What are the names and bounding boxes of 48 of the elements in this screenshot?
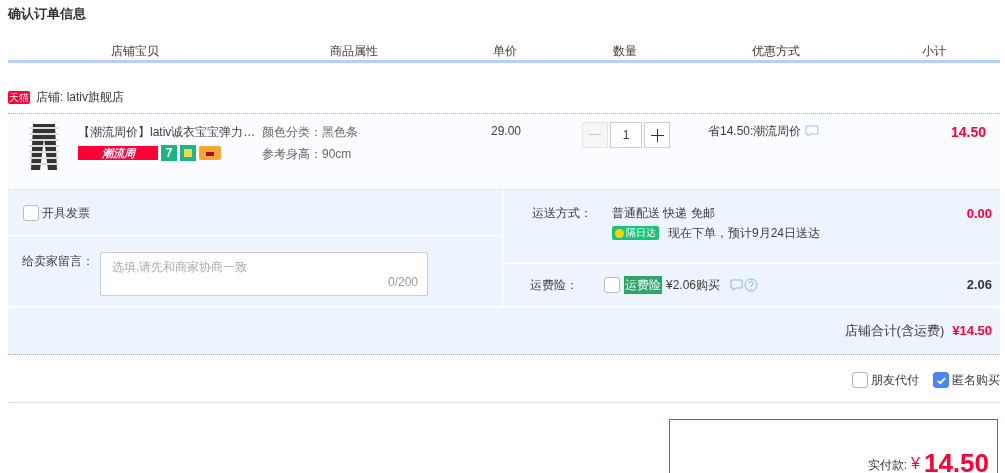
payment-amount: 14.50 (923, 448, 989, 473)
column-header: 优惠方式 (751, 43, 801, 60)
invoice-label[interactable]: 开具发票 (42, 203, 90, 222)
invoice-checkbox[interactable] (23, 204, 39, 221)
section-title: 确认订单信息 (8, 5, 87, 22)
store-name: 店铺: lativ旗舰店 (36, 89, 124, 106)
insurance-tag: 运费险 (624, 276, 662, 294)
insurance-label: 运费险： (529, 277, 578, 294)
product-title[interactable]: 【潮流周价】lativ诚衣宝宝弹力… (78, 123, 262, 141)
shipping-label: 运送方式： (531, 205, 592, 222)
next-day-badge: 隔日达 (612, 226, 659, 240)
service-badge: 7 (161, 145, 177, 161)
column-header: 小计 (921, 43, 947, 60)
plus-icon (650, 128, 664, 142)
unit-price: 29.00 (491, 124, 521, 138)
discount-text: 省14.50:潮流周价 (708, 123, 802, 140)
shipping-method: 普通配送 快递 免邮 (612, 205, 716, 222)
column-header: 数量 (612, 43, 638, 60)
insurance-checkbox[interactable] (604, 277, 620, 293)
insurance-price: ¥2.06购买 (666, 277, 721, 294)
insurance-amount: 2.06 (966, 276, 992, 295)
quantity-field[interactable]: 1 (610, 122, 642, 148)
subtotal: 14.50 (950, 124, 986, 140)
delivery-estimate: 现在下单，预计9月24日送达 (668, 225, 821, 242)
currency-symbol: ¥ (911, 454, 920, 473)
promo-tag: 潮流周 (78, 146, 158, 160)
column-header: 单价 (492, 43, 518, 60)
comment-help-icon[interactable] (730, 278, 759, 292)
store-badge: 天猫 (8, 90, 30, 104)
product-attribute: 参考身高：90cm (262, 146, 353, 163)
payment-label: 实付款: (867, 457, 907, 473)
card-icon (199, 146, 221, 160)
shipping-amount: 0.00 (966, 205, 992, 223)
store-total-amount: ¥14.50 (952, 322, 992, 341)
minus-icon (589, 134, 601, 136)
column-header: 店铺宝贝 (110, 43, 160, 60)
comment-icon[interactable] (805, 125, 820, 137)
store-total-label: 店铺合计(含运费) (844, 322, 945, 341)
character-counter: 0/200 (387, 274, 418, 291)
option-label[interactable]: 匿名购买 (952, 371, 1000, 389)
option-label[interactable]: 朋友代付 (871, 371, 919, 389)
option-checkbox[interactable] (852, 372, 868, 388)
product-attribute: 颜色分类：黑色条 (262, 124, 359, 141)
increase-button[interactable] (644, 122, 670, 148)
option-checkbox[interactable] (933, 372, 949, 388)
message-label: 给卖家留言： (22, 253, 94, 270)
column-header: 商品属性 (329, 43, 379, 60)
decrease-button[interactable] (582, 122, 608, 148)
